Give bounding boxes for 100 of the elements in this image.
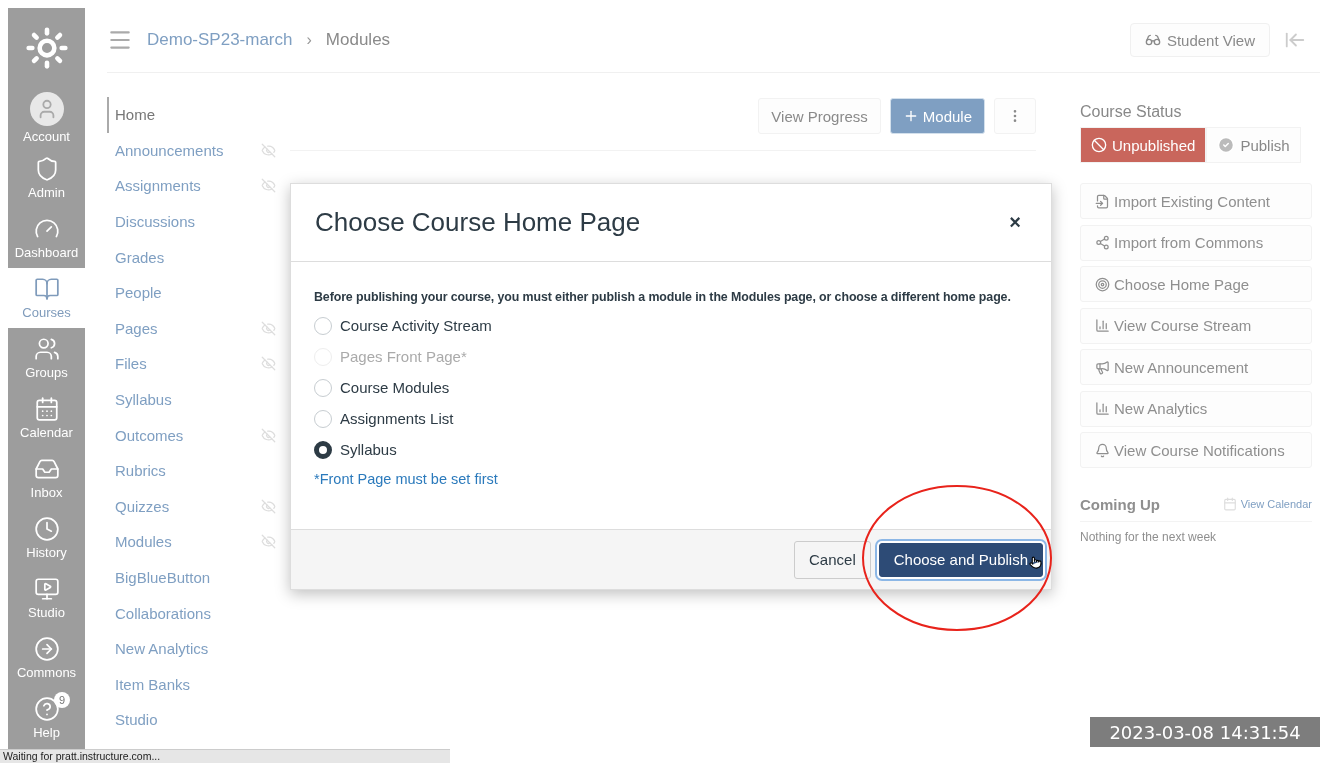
course-nav-label: BigBlueButton — [115, 569, 211, 586]
file-import-icon — [1095, 193, 1110, 209]
glasses-icon — [1144, 32, 1161, 48]
course-nav-item[interactable]: People — [107, 274, 290, 311]
calendar-icon — [1222, 497, 1237, 511]
course-nav-item[interactable]: Announcements — [107, 132, 290, 169]
nav-item[interactable]: Calendar — [8, 388, 85, 448]
breadcrumb-item[interactable]: Demo-SP23-march — [147, 30, 293, 50]
course-nav-item[interactable]: Item Banks — [107, 666, 290, 703]
action-button[interactable]: Import Existing Content — [1080, 183, 1312, 219]
radio-option[interactable]: Assignments List — [314, 403, 1028, 434]
view-progress-button[interactable]: View Progress — [758, 98, 881, 134]
dialog-title: Choose Course Home Page — [315, 207, 641, 238]
course-nav-item[interactable]: Syllabus — [107, 381, 290, 418]
course-nav-label: Grades — [115, 248, 165, 266]
course-nav-item[interactable]: Discussions — [107, 203, 290, 240]
nav-label: History — [26, 545, 67, 560]
action-button[interactable]: New Analytics — [1080, 390, 1312, 427]
close-button[interactable]: × — [1003, 210, 1027, 235]
radio-option[interactable]: Course Modules — [314, 372, 1028, 403]
action-button[interactable]: Choose Home Page — [1080, 266, 1312, 302]
ban-icon — [1091, 137, 1107, 153]
nav-item[interactable]: Groups — [8, 328, 85, 388]
breadcrumb-separator: › — [306, 31, 312, 49]
nav-item[interactable]: Help 9 — [8, 688, 85, 748]
nav-label: Dashboard — [14, 245, 79, 260]
nav-item[interactable]: Commons — [8, 628, 85, 688]
course-nav-item[interactable]: Pages — [107, 310, 290, 347]
footnote: *Front Page must be set first — [314, 471, 499, 487]
action-button[interactable]: Import from Commons — [1080, 224, 1312, 261]
nav-item[interactable]: Studio — [8, 568, 85, 628]
cancel-button[interactable]: Cancel — [794, 540, 871, 579]
clock-icon — [33, 516, 60, 542]
bar-chart-icon — [1095, 401, 1110, 416]
book-icon — [33, 276, 60, 302]
add-module-button[interactable]: Module — [889, 98, 985, 134]
eye-off-icon — [261, 427, 276, 443]
nav-item[interactable]: History — [8, 508, 85, 568]
course-nav-item[interactable]: BigBlueButton — [107, 559, 290, 596]
course-nav-label: Files — [115, 355, 147, 373]
action-button[interactable]: New Announcement — [1080, 349, 1312, 385]
nav-item[interactable]: Courses — [8, 268, 85, 328]
course-nav-item[interactable]: Grades — [107, 239, 290, 275]
nav-item[interactable]: Inbox — [8, 448, 85, 508]
nav-label: Commons — [16, 665, 77, 680]
course-nav-label: Syllabus — [115, 391, 172, 409]
course-nav-label: New Analytics — [115, 640, 209, 658]
radio-option[interactable]: Syllabus — [314, 434, 1028, 465]
course-nav-label: Quizzes — [115, 497, 170, 515]
course-nav-item[interactable]: Collaborations — [107, 595, 290, 631]
share-icon — [1095, 235, 1110, 250]
course-nav-item[interactable]: Modules — [107, 524, 290, 560]
course-nav-item[interactable]: Studio — [107, 702, 290, 738]
nav-item[interactable]: Admin — [8, 148, 85, 208]
nav-label: Studio — [28, 605, 65, 620]
nav-label: Help — [33, 725, 60, 740]
course-nav-item[interactable]: New Analytics — [107, 630, 290, 667]
count-badge: 9 — [54, 692, 70, 708]
course-nav-item[interactable]: Assignments — [107, 168, 290, 204]
bar-chart-icon — [1095, 318, 1110, 333]
eye-off-icon — [261, 178, 276, 194]
dialog-message: Before publishing your course, you must either publish a module in the Modules page, or choose a different home page. — [314, 290, 1012, 304]
section-title: Course Status — [1080, 103, 1183, 121]
course-nav-label: Pages — [115, 319, 158, 337]
nav-label: Courses — [22, 305, 71, 320]
radio-option[interactable]: Course Activity Stream — [314, 310, 1028, 341]
hand-cursor-icon — [1029, 556, 1042, 569]
course-nav-item[interactable]: Outcomes — [107, 417, 290, 453]
view-calendar-link[interactable]: View Calendar — [1222, 497, 1312, 511]
course-nav-label: Assignments — [115, 177, 201, 195]
course-nav-label: People — [115, 284, 162, 302]
action-button[interactable]: View Course Notifications — [1080, 432, 1312, 468]
nav-label: Calendar — [20, 425, 73, 440]
status-button[interactable]: Unpublished — [1080, 127, 1207, 163]
action-button[interactable]: View Course Stream — [1080, 307, 1312, 344]
breadcrumb-item: Modules — [325, 30, 391, 50]
student-view-button[interactable]: Student View — [1129, 23, 1270, 57]
course-nav-item[interactable]: Rubrics — [107, 452, 290, 489]
status-button[interactable]: Publish — [1206, 127, 1301, 163]
course-nav-label: Outcomes — [115, 426, 184, 444]
calendar-icon — [33, 396, 60, 422]
radio-button[interactable] — [314, 440, 332, 459]
course-nav-label: Discussions — [115, 213, 196, 231]
monitor-icon — [33, 576, 60, 602]
help-icon — [33, 696, 60, 722]
course-nav-item[interactable]: Quizzes — [107, 488, 290, 525]
nav-label: Groups — [25, 365, 68, 380]
logo-icon — [24, 26, 69, 70]
nav-item[interactable]: Account — [8, 88, 85, 148]
more-button[interactable] — [994, 98, 1036, 134]
eye-off-icon — [261, 498, 276, 514]
eye-off-icon — [261, 356, 276, 372]
course-nav-item[interactable]: Files — [107, 346, 290, 382]
section-title: Coming Up — [1080, 495, 1160, 513]
nav-item[interactable]: Dashboard — [8, 208, 85, 268]
bell-icon — [1095, 442, 1110, 458]
eye-off-icon — [261, 534, 276, 550]
course-nav-label: Modules — [115, 533, 172, 551]
course-nav-item[interactable]: Home — [107, 97, 290, 133]
eye-off-icon — [261, 142, 276, 158]
